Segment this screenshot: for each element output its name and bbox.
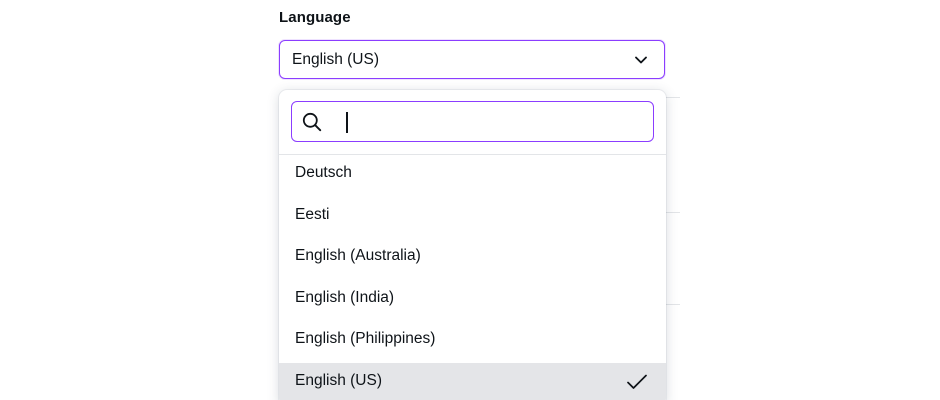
language-option-list: Deutsch Eesti English (Australia) Englis… [279,155,666,400]
option-label: English (Australia) [295,247,421,264]
option-label: English (US) [295,371,382,389]
language-option-english-philippines[interactable]: English (Philippines) [279,321,666,363]
language-option-english-india[interactable]: English (India) [279,280,666,322]
search-icon [302,112,322,132]
option-label: English (India) [295,288,395,306]
language-settings-page: Language English (US) Deutsch Eesti Engl… [0,0,940,400]
language-search-box[interactable] [291,101,654,142]
language-option-english-us[interactable]: English (US) [279,362,666,400]
option-label: Eesti [295,205,330,223]
option-label: English (Philippines) [295,330,436,347]
language-select-value: English (US) [292,51,379,68]
check-icon [627,374,647,389]
language-option-eesti[interactable]: Eesti [279,197,666,239]
language-dropdown: Deutsch Eesti English (Australia) Englis… [279,90,666,400]
language-option-english-australia[interactable]: English (Australia) [279,238,666,280]
language-select[interactable]: English (US) [279,40,665,79]
option-label: Deutsch [295,164,352,181]
language-option-deutsch[interactable]: Deutsch [279,155,666,197]
language-label: Language [279,9,351,26]
text-caret [346,112,348,133]
language-search-input[interactable] [332,108,642,135]
chevron-down-icon [635,56,647,64]
